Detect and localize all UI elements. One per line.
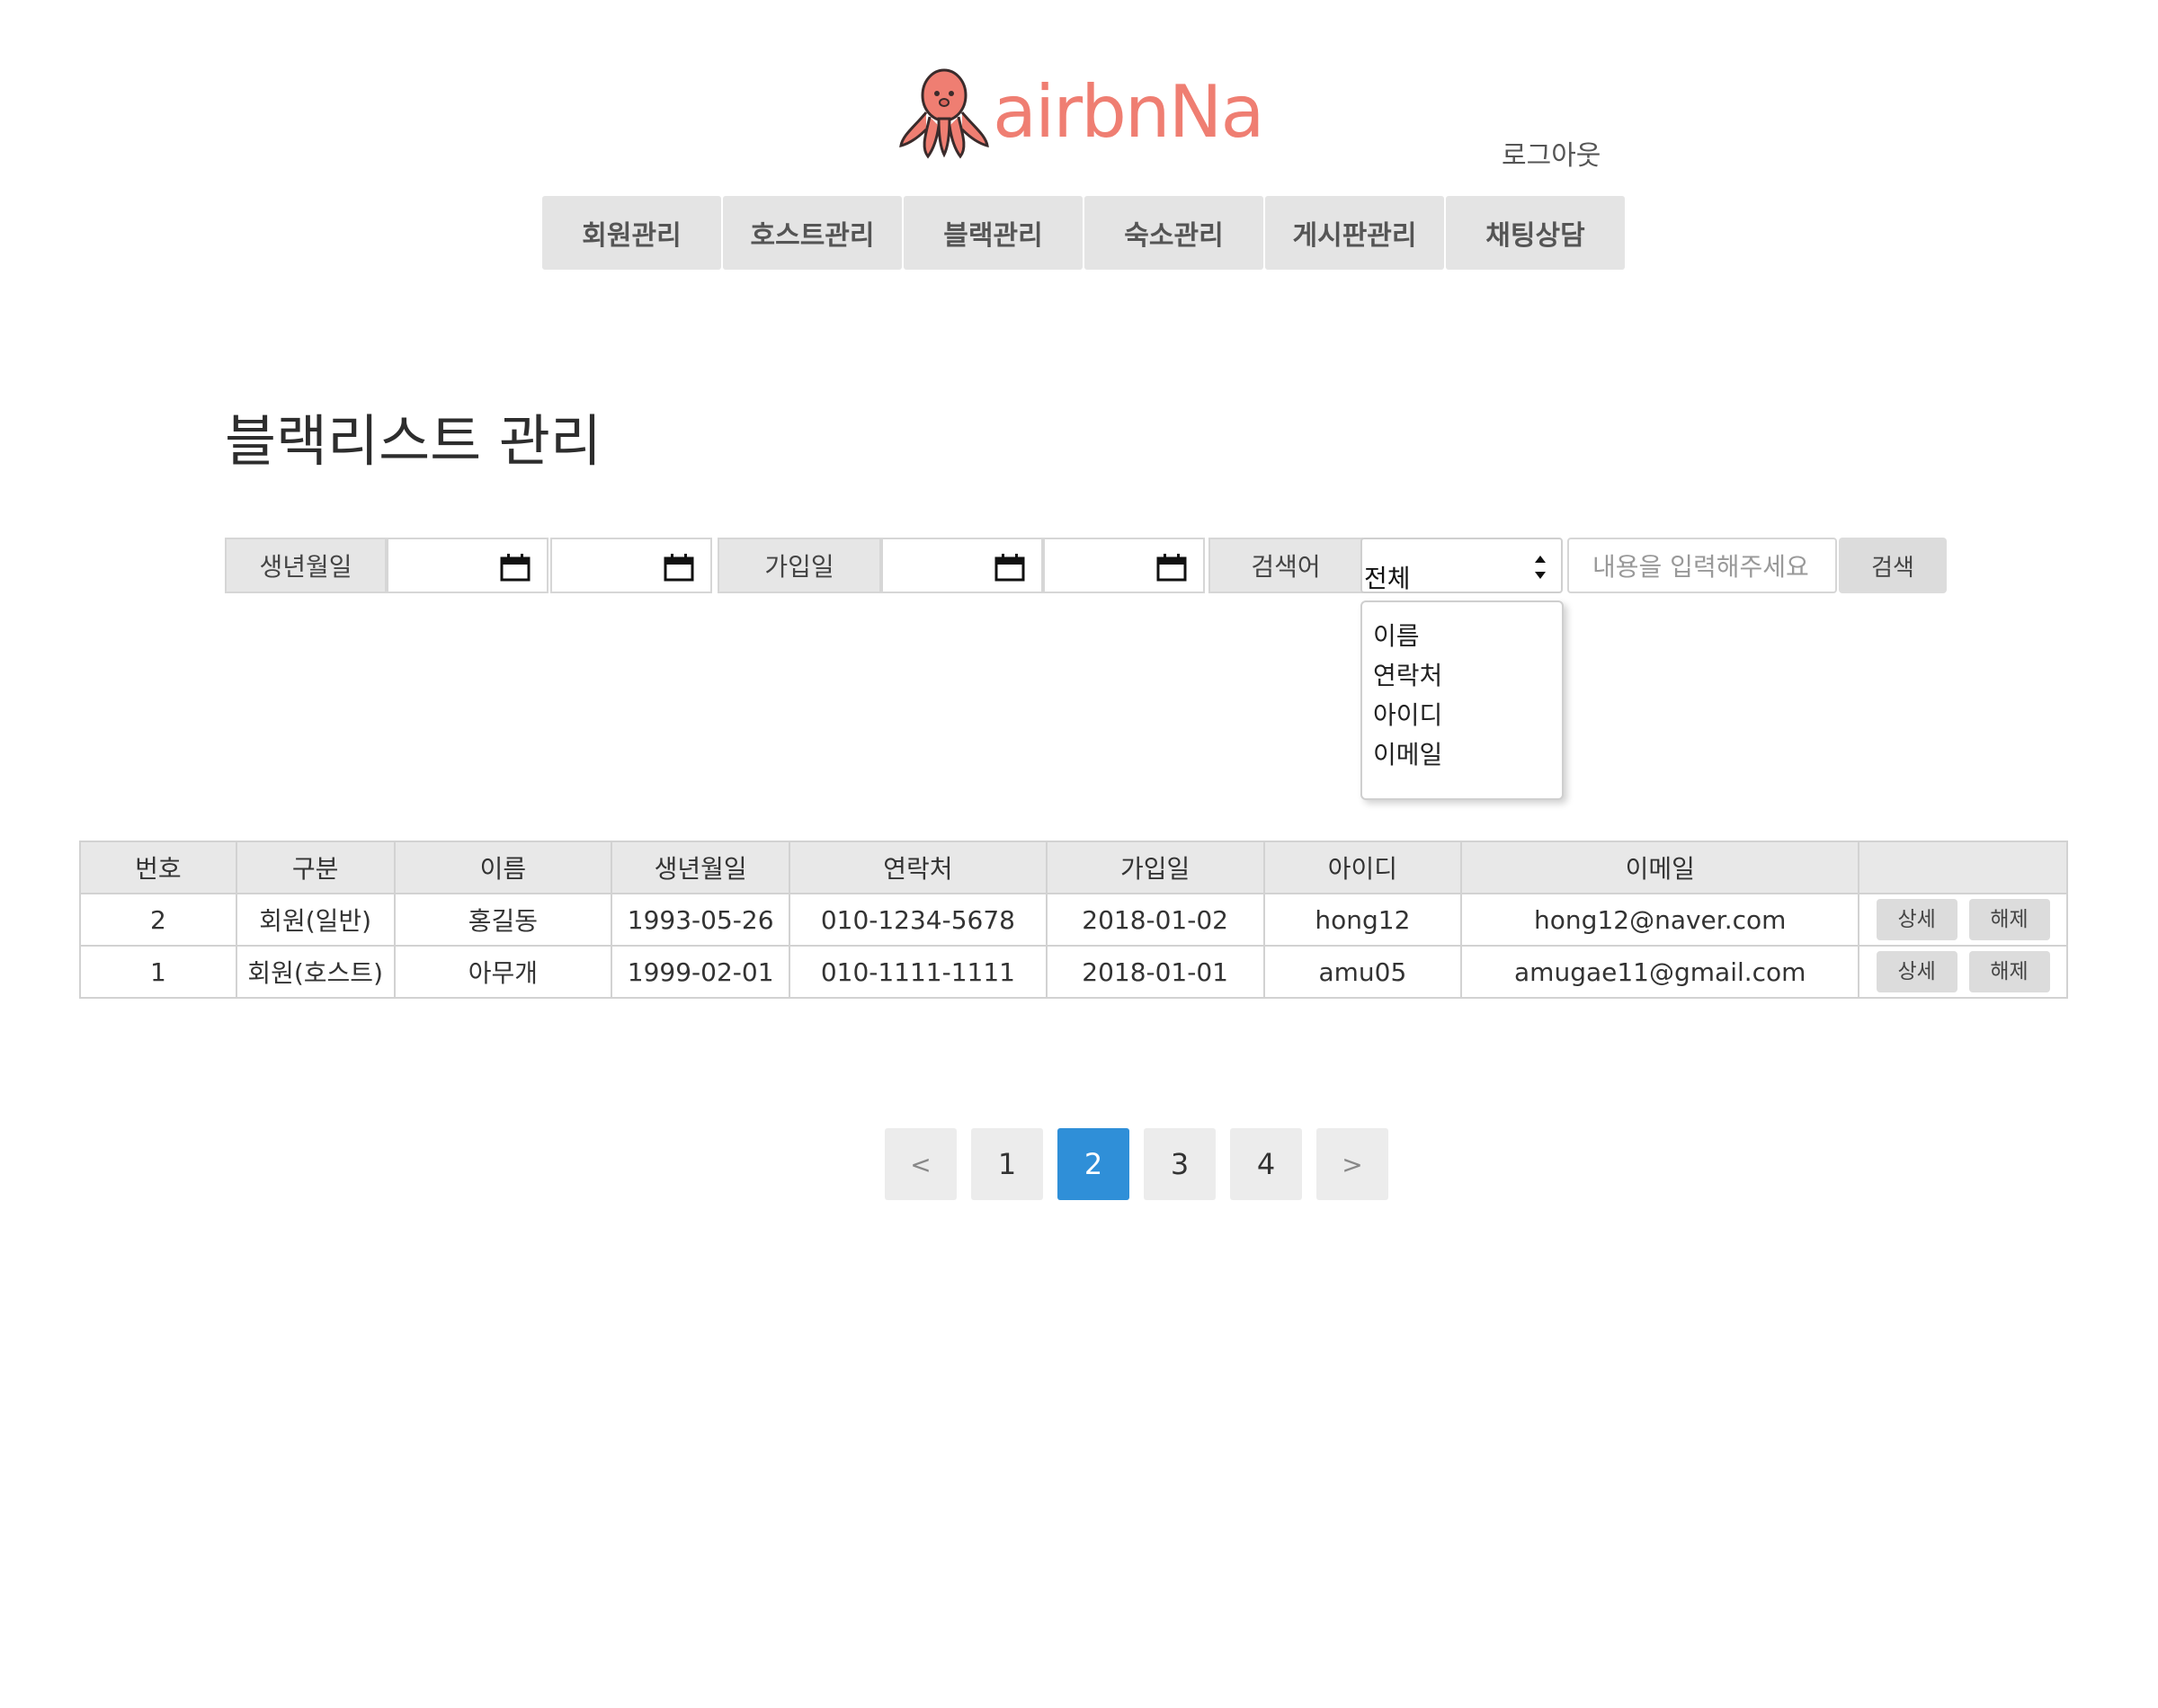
cell-birth: 1999-02-01 xyxy=(611,945,791,999)
nav-member-management[interactable]: 회원관리 xyxy=(542,196,721,270)
join-date-label: 가입일 xyxy=(718,538,881,593)
blacklist-table: 번호 구분 이름 생년월일 연락처 가입일 아이디 이메일 2 회원(일반) 홍… xyxy=(79,841,2068,999)
release-button[interactable]: 해제 xyxy=(1968,951,2050,992)
pagination: < 1 2 3 4 > xyxy=(885,1128,1388,1200)
main-nav: 회원관리 호스트관리 블랙관리 숙소관리 게시판관리 채팅상담 xyxy=(542,196,1625,270)
col-name: 이름 xyxy=(393,841,613,894)
search-keyword-input[interactable]: 내용을 입력해주세요 xyxy=(1567,538,1837,593)
join-date-to-input[interactable] xyxy=(1043,538,1205,593)
calendar-icon[interactable] xyxy=(500,553,531,582)
next-page-button[interactable]: > xyxy=(1316,1128,1388,1200)
nav-blacklist-management[interactable]: 블랙관리 xyxy=(904,196,1083,270)
option-phone[interactable]: 연락처 xyxy=(1362,654,1562,694)
cell-email: hong12@naver.com xyxy=(1460,893,1860,947)
col-actions xyxy=(1858,841,2068,894)
birth-date-label: 생년월일 xyxy=(225,538,387,593)
table-header-row: 번호 구분 이름 생년월일 연락처 가입일 아이디 이메일 xyxy=(79,841,2068,894)
search-type-dropdown: 이름 연락처 아이디 이메일 xyxy=(1360,600,1564,800)
col-phone: 연락처 xyxy=(789,841,1048,894)
col-birth: 생년월일 xyxy=(611,841,791,894)
col-number: 번호 xyxy=(79,841,237,894)
page-4-button[interactable]: 4 xyxy=(1230,1128,1302,1200)
page-title: 블랙리스트 관리 xyxy=(225,408,602,474)
cell-name: 홍길동 xyxy=(393,893,613,947)
cell-number: 2 xyxy=(79,893,237,947)
cell-number: 1 xyxy=(79,945,237,999)
keyword-label: 검색어 xyxy=(1208,538,1363,593)
page-1-button[interactable]: 1 xyxy=(971,1128,1043,1200)
cell-phone: 010-1234-5678 xyxy=(789,893,1048,947)
page-3-button[interactable]: 3 xyxy=(1144,1128,1216,1200)
cell-type: 회원(일반) xyxy=(235,893,396,947)
join-date-from-input[interactable] xyxy=(881,538,1043,593)
cell-actions: 상세 해제 xyxy=(1858,893,2068,947)
cell-actions: 상세 해제 xyxy=(1858,945,2068,999)
nav-board-management[interactable]: 게시판관리 xyxy=(1265,196,1444,270)
cell-joined: 2018-01-01 xyxy=(1045,945,1265,999)
table-row: 2 회원(일반) 홍길동 1993-05-26 010-1234-5678 20… xyxy=(79,893,2068,947)
col-joined: 가입일 xyxy=(1045,841,1265,894)
calendar-icon[interactable] xyxy=(994,553,1025,582)
brand-logo[interactable]: airbnNa xyxy=(899,63,1264,162)
cell-phone: 010-1111-1111 xyxy=(789,945,1048,999)
detail-button[interactable]: 상세 xyxy=(1876,899,1957,940)
col-email: 이메일 xyxy=(1460,841,1860,894)
option-user-id[interactable]: 아이디 xyxy=(1362,694,1562,734)
nav-chat-consult[interactable]: 채팅상담 xyxy=(1446,196,1625,270)
search-type-select[interactable]: 전체 xyxy=(1360,538,1563,593)
birth-date-from-input[interactable] xyxy=(387,538,548,593)
table-row: 1 회원(호스트) 아무개 1999-02-01 010-1111-1111 2… xyxy=(79,945,2068,999)
calendar-icon[interactable] xyxy=(664,553,694,582)
release-button[interactable]: 해제 xyxy=(1968,899,2050,940)
birth-date-to-input[interactable] xyxy=(550,538,712,593)
search-type-value: 전체 xyxy=(1364,564,1411,593)
logout-link[interactable]: 로그아웃 xyxy=(1502,133,1601,173)
option-email[interactable]: 이메일 xyxy=(1362,734,1562,773)
col-type: 구분 xyxy=(235,841,396,894)
option-name[interactable]: 이름 xyxy=(1362,615,1562,654)
nav-lodging-management[interactable]: 숙소관리 xyxy=(1084,196,1263,270)
page-2-button[interactable]: 2 xyxy=(1057,1128,1129,1200)
cell-name: 아무개 xyxy=(393,945,613,999)
cell-type: 회원(호스트) xyxy=(235,945,396,999)
brand-name: airbnNa xyxy=(993,70,1264,154)
detail-button[interactable]: 상세 xyxy=(1876,951,1957,992)
cell-user-id: amu05 xyxy=(1262,945,1463,999)
calendar-icon[interactable] xyxy=(1156,553,1187,582)
octopus-logo-icon xyxy=(899,68,989,159)
cell-joined: 2018-01-02 xyxy=(1045,893,1265,947)
search-button[interactable]: 검색 xyxy=(1839,538,1947,593)
nav-host-management[interactable]: 호스트관리 xyxy=(723,196,902,270)
cell-email: amugae11@gmail.com xyxy=(1460,945,1860,999)
cell-user-id: hong12 xyxy=(1262,893,1463,947)
cell-birth: 1993-05-26 xyxy=(611,893,791,947)
select-arrows-icon xyxy=(1535,556,1546,579)
prev-page-button[interactable]: < xyxy=(885,1128,957,1200)
col-user-id: 아이디 xyxy=(1262,841,1463,894)
